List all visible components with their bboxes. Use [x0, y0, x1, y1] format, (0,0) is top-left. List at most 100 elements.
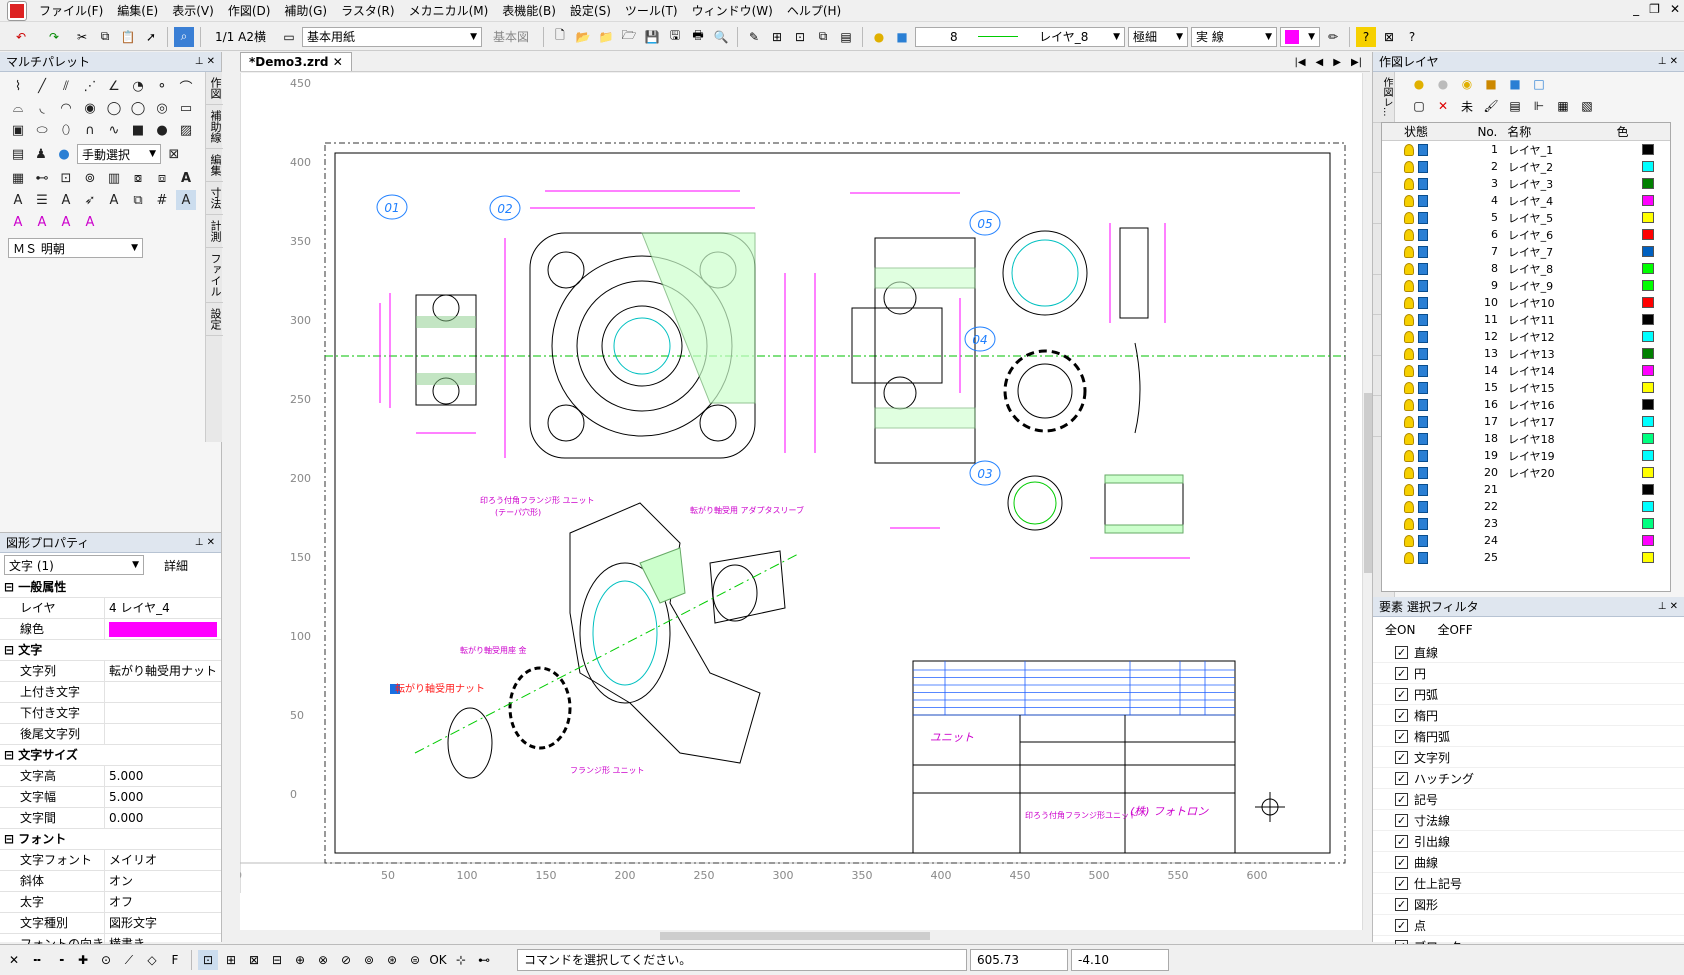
- property-row[interactable]: レイヤ 4 レイヤ_4: [0, 598, 221, 619]
- bulb-icon[interactable]: ●: [869, 27, 889, 47]
- measure-icon[interactable]: ⊡: [56, 168, 76, 188]
- property-value[interactable]: メイリオ: [105, 850, 221, 871]
- snap-center-icon[interactable]: ⊙: [96, 950, 116, 970]
- property-row[interactable]: 文字フォント メイリオ: [0, 850, 221, 871]
- bulb-all-icon[interactable]: ◉: [1457, 74, 1477, 94]
- layer-color-swatch[interactable]: [1642, 518, 1654, 529]
- text-a-icon[interactable]: A: [176, 168, 196, 188]
- filter-item[interactable]: ✓ 円: [1373, 663, 1684, 684]
- layer-row[interactable]: 2 レイヤ_2: [1382, 158, 1670, 175]
- spiral-icon[interactable]: ◠: [56, 98, 76, 118]
- property-value[interactable]: 4 レイヤ_4: [105, 598, 221, 619]
- line-color-select[interactable]: ▼: [1280, 26, 1320, 47]
- circle2-icon[interactable]: ◯: [128, 98, 148, 118]
- color-status-icon[interactable]: ⊚: [359, 950, 379, 970]
- layer-row[interactable]: 14 レイヤ14: [1382, 362, 1670, 379]
- cut-icon[interactable]: ✂: [72, 27, 92, 47]
- horizontal-scrollbar[interactable]: [240, 930, 1362, 942]
- layer-row[interactable]: 20 レイヤ20: [1382, 464, 1670, 481]
- rectangle-icon[interactable]: ▭: [176, 98, 196, 118]
- whats-this-icon[interactable]: ?: [1402, 27, 1422, 47]
- pointer-icon[interactable]: ➚: [141, 27, 161, 47]
- close-icon[interactable]: ✕: [333, 55, 343, 69]
- layer-row[interactable]: 15 レイヤ15: [1382, 379, 1670, 396]
- layer-color-swatch[interactable]: [1642, 535, 1654, 546]
- bulb-icon[interactable]: [1404, 534, 1414, 547]
- bulb-icon[interactable]: [1404, 211, 1414, 224]
- layer-row[interactable]: 18 レイヤ18: [1382, 430, 1670, 447]
- lock-icon[interactable]: [1418, 500, 1428, 513]
- layer-row[interactable]: 13 レイヤ13: [1382, 345, 1670, 362]
- layer-color-swatch[interactable]: [1642, 433, 1654, 444]
- layer-props-icon[interactable]: ▤: [836, 27, 856, 47]
- layer-color-swatch[interactable]: [1642, 450, 1654, 461]
- lock-icon[interactable]: ■: [1481, 74, 1501, 94]
- checkbox-checked-icon[interactable]: ✓: [1395, 708, 1408, 722]
- dashed-line-icon[interactable]: ⋰: [80, 76, 100, 96]
- redo-icon[interactable]: ↷: [39, 27, 69, 47]
- property-row[interactable]: 後尾文字列: [0, 724, 221, 745]
- property-value[interactable]: 5.000: [105, 787, 221, 808]
- palette-tab[interactable]: 寸法: [206, 182, 223, 215]
- property-value[interactable]: 図形文字: [105, 913, 221, 934]
- bulb-icon[interactable]: [1404, 279, 1414, 292]
- dyn-icon[interactable]: ⊗: [313, 950, 333, 970]
- lock-icon[interactable]: [1418, 534, 1428, 547]
- bulb-icon[interactable]: [1404, 262, 1414, 275]
- bulb-icon[interactable]: [1404, 551, 1414, 564]
- lock-all-icon[interactable]: ■: [1505, 74, 1525, 94]
- layout-icon[interactable]: ⧉: [813, 27, 833, 47]
- layer-row[interactable]: 12 レイヤ12: [1382, 328, 1670, 345]
- select-mode-combo[interactable]: 手動選択 ▼: [77, 144, 161, 164]
- layer-row[interactable]: 22: [1382, 498, 1670, 515]
- property-row[interactable]: 文字列 転がり軸受用ナット: [0, 661, 221, 682]
- grid-icon[interactable]: ⊞: [221, 950, 241, 970]
- layer-color-swatch[interactable]: [1642, 348, 1654, 359]
- filter-item[interactable]: ✓ 円弧: [1373, 684, 1684, 705]
- property-group[interactable]: ⊟ 一般属性: [0, 577, 221, 598]
- bulb-icon[interactable]: ●: [1409, 74, 1429, 94]
- filter-item[interactable]: ✓ 点: [1373, 915, 1684, 936]
- bulb-icon[interactable]: [1404, 398, 1414, 411]
- property-row[interactable]: 太字 オフ: [0, 892, 221, 913]
- menu-item[interactable]: 設定(S): [563, 0, 618, 22]
- bulb-icon[interactable]: [1404, 313, 1414, 326]
- delete-layer-icon[interactable]: ✕: [1433, 96, 1453, 116]
- print-preview-icon[interactable]: 🔍: [711, 27, 731, 47]
- all-on-button[interactable]: 全ON: [1385, 621, 1415, 638]
- layer-row[interactable]: 5 レイヤ_5: [1382, 209, 1670, 226]
- menu-item[interactable]: ヘルプ(H): [780, 0, 848, 22]
- property-value[interactable]: オン: [105, 871, 221, 892]
- bulb-icon[interactable]: [1404, 330, 1414, 343]
- number-icon[interactable]: #: [152, 190, 172, 210]
- layer-color-swatch[interactable]: [1642, 331, 1654, 342]
- bulb-icon[interactable]: [1404, 347, 1414, 360]
- property-group[interactable]: ⊟ 文字サイズ: [0, 745, 221, 766]
- folder-icon[interactable]: 🗁: [619, 27, 639, 47]
- ortho-icon[interactable]: ⊡: [198, 950, 218, 970]
- property-row[interactable]: 文字幅 5.000: [0, 787, 221, 808]
- lock-icon[interactable]: [1418, 194, 1428, 207]
- pin-icon[interactable]: ⊥ ✕: [1658, 56, 1678, 67]
- lock-icon[interactable]: [1418, 432, 1428, 445]
- last-tab-icon[interactable]: ▶|: [1351, 57, 1362, 68]
- close-icon[interactable]: ✕: [1670, 2, 1680, 16]
- menu-item[interactable]: ツール(T): [618, 0, 685, 22]
- lock-icon[interactable]: [1418, 296, 1428, 309]
- bulb-icon[interactable]: [1404, 415, 1414, 428]
- property-value[interactable]: 5.000: [105, 766, 221, 787]
- palette-tab[interactable]: ファイル: [206, 248, 223, 303]
- mark-icon[interactable]: ⧈: [152, 168, 172, 188]
- new-file-icon[interactable]: 🗋: [550, 27, 570, 47]
- layer-color-swatch[interactable]: [1642, 416, 1654, 427]
- collapse-icon[interactable]: ⊟: [4, 748, 18, 762]
- property-row[interactable]: 文字間 0.000: [0, 808, 221, 829]
- text-frame-icon[interactable]: A: [56, 190, 76, 210]
- checkbox-checked-icon[interactable]: ✓: [1395, 855, 1408, 869]
- layer-column-header[interactable]: 状態: [1382, 123, 1471, 140]
- text-a5-icon[interactable]: A: [80, 212, 100, 232]
- menu-item[interactable]: ファイル(F): [32, 0, 110, 22]
- print-status-icon[interactable]: ⊜: [405, 950, 425, 970]
- snap-end-icon[interactable]: ✕: [4, 950, 24, 970]
- copy-icon[interactable]: ⧉: [95, 27, 115, 47]
